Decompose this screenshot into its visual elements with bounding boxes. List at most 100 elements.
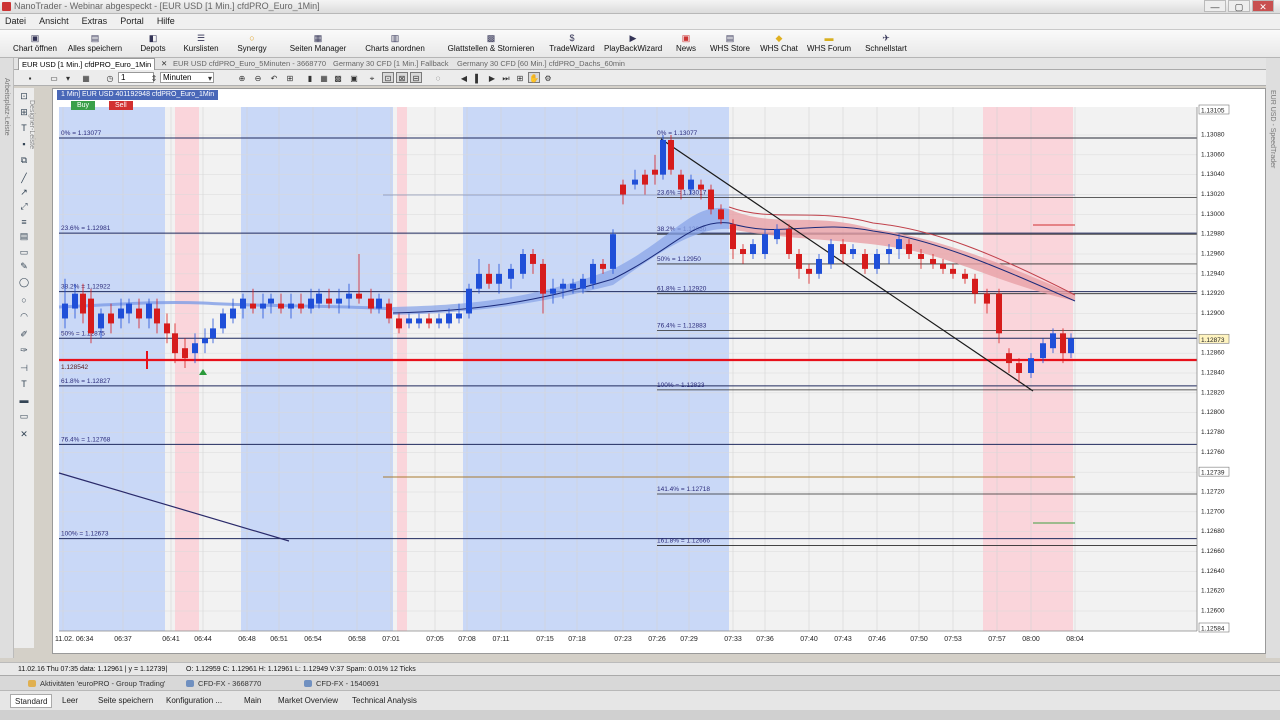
ellipse-tool-icon[interactable]: ◯ (18, 276, 30, 288)
measure-tool-icon[interactable]: ⊣ (18, 362, 30, 374)
text-tool-icon[interactable]: T (18, 122, 30, 134)
candle-body (88, 298, 94, 334)
synergy-icon: ○ (249, 33, 255, 43)
circle-tool-icon[interactable]: ○ (18, 294, 30, 306)
dropdown-icon[interactable]: ▾ (62, 72, 74, 83)
tradewizard-button[interactable]: $ TradeWizard (548, 32, 596, 56)
chevron-down-icon[interactable]: ▾ (204, 72, 216, 83)
tab-eurusd-5min[interactable]: EUR USD cfdPRO_Euro_5Minuten - 3668770 (170, 58, 329, 70)
depots-button[interactable]: ◧ Depots (136, 32, 170, 56)
label-tool-icon[interactable]: T (18, 378, 30, 390)
copy-tool-icon[interactable]: ⧉ (18, 154, 30, 166)
menu-portal[interactable]: Portal (115, 14, 149, 28)
draw-mode-icon[interactable]: ⊡ (382, 72, 394, 83)
paint-tool-icon[interactable]: ▪ (18, 138, 30, 150)
candle-body (718, 209, 724, 220)
pointer-tool-icon[interactable]: ⊡ (18, 90, 30, 102)
screenshot-icon[interactable]: ▣ (348, 72, 360, 83)
select-tool-icon[interactable]: ⊞ (18, 106, 30, 118)
close-tab-icon[interactable]: ✕ (158, 58, 170, 70)
save-chart-icon[interactable]: ▪ (24, 72, 36, 83)
arc-tool-icon[interactable]: ◠ (18, 310, 30, 322)
page-tab-konfiguration[interactable]: Konfiguration ... (162, 694, 226, 708)
maximize-button[interactable]: ▢ (1228, 0, 1250, 12)
page-tab-market-overview[interactable]: Market Overview (274, 694, 342, 708)
channel-tool-icon[interactable]: ⊟ (410, 72, 422, 83)
task-cfd-fx-1540691[interactable]: CFD-FX - 1540691 (300, 678, 384, 689)
synergy-button[interactable]: ○ Synergy (234, 32, 270, 56)
whs-forum-button[interactable]: ▬ WHS Forum (806, 32, 852, 56)
menu-hilfe[interactable]: Hilfe (152, 14, 180, 28)
undo-icon[interactable]: ↶ (268, 72, 280, 83)
charts-anordnen-button[interactable]: ▥ Charts anordnen (364, 32, 426, 56)
layout-icon[interactable]: ▦ (80, 72, 92, 83)
menu-ansicht[interactable]: Ansicht (34, 14, 74, 28)
page-tab-seite-speichern[interactable]: Seite speichern (94, 694, 157, 708)
crosshair-icon[interactable]: ◌ (432, 72, 444, 83)
time-axis-label: 06:44 (194, 636, 212, 643)
minimize-button[interactable]: — (1204, 0, 1226, 12)
ray-tool-icon[interactable]: ↗ (18, 186, 30, 198)
fibonacci-tool-icon[interactable]: ⊠ (396, 72, 408, 83)
sell-button[interactable]: Sell (109, 101, 133, 110)
brush-tool-icon[interactable]: ✎ (18, 260, 30, 272)
marker-tool-icon[interactable]: ✑ (18, 344, 30, 356)
tab-germany30-1min[interactable]: Germany 30 CFD [1 Min.] Fallback (330, 58, 451, 70)
close-button[interactable]: ✕ (1252, 0, 1274, 12)
task-aktivitaeten[interactable]: Aktivitäten 'euroPRO - Group Trading' (24, 678, 170, 689)
candle-body (426, 318, 432, 324)
line-tool-icon[interactable]: ╱ (18, 172, 30, 184)
glattstellen-button[interactable]: ▩ Glattstellen & Stornieren (446, 32, 536, 56)
schnellstart-button[interactable]: ✈ Schnellstart (864, 32, 908, 56)
menu-datei[interactable]: Datei (0, 14, 31, 28)
tab-eurusd-1min[interactable]: EUR USD [1 Min.] cfdPRO_Euro_1Min (18, 58, 156, 70)
price-chart[interactable]: 0% = 1.13077 23.6% = 1.12981 38.2% = 1.129… (53, 89, 1265, 653)
kurslisten-button[interactable]: ☰ Kurslisten (180, 32, 222, 56)
zoom-out-icon[interactable]: ⊖ (252, 72, 264, 83)
whs-chat-button[interactable]: ◆ WHS Chat (760, 32, 798, 56)
trend-tool-icon[interactable]: ⤢ (18, 200, 30, 212)
arrow-left-icon[interactable]: ◀ (458, 72, 470, 83)
skip-icon[interactable]: ⏭ (500, 72, 512, 83)
grid-icon[interactable]: ▦ (318, 72, 330, 83)
whs-store-button[interactable]: ▤ WHS Store (710, 32, 750, 56)
page-tab-technical-analysis[interactable]: Technical Analysis (348, 694, 421, 708)
chart-oeffnen-button[interactable]: ▣ Chart öffnen (10, 32, 60, 56)
fib-tool-icon[interactable]: ≡ (18, 216, 30, 228)
pause-icon[interactable]: ▌ (472, 72, 484, 83)
chart-window[interactable]: 0% = 1.13077 23.6% = 1.12981 38.2% = 1.129… (52, 88, 1266, 654)
clock-icon[interactable]: ◷ (104, 72, 116, 83)
page-tab-main[interactable]: Main (240, 694, 265, 708)
interval-stepper-icon[interactable]: ⇕ (148, 72, 160, 83)
buy-button[interactable]: Buy (71, 101, 96, 110)
designer-toolbar: Designer-Leiste ⊡ ⊞ T ▪ ⧉ ╱ ↗ ⤢ ≡ ▤ ▭ ✎ … (14, 88, 35, 648)
tool-options-icon[interactable]: ⚙ (542, 72, 554, 83)
task-cfd-fx-3668770[interactable]: CFD-FX - 3668770 (182, 678, 266, 689)
link-icon[interactable]: ⊞ (514, 72, 526, 83)
highlight-tool-icon[interactable]: ▭ (18, 410, 30, 422)
price-axis-label: 1.13080 (1201, 132, 1225, 139)
delete-drawing-icon[interactable]: ✕ (18, 428, 30, 440)
candle-body (298, 303, 304, 309)
hand-tool-icon[interactable]: ✋ (528, 72, 540, 83)
channel-tool-icon[interactable]: ▤ (18, 230, 30, 242)
arrow-right-icon[interactable]: ▶ (486, 72, 498, 83)
fit-icon[interactable]: ⊞ (284, 72, 296, 83)
menu-extras[interactable]: Extras (77, 14, 113, 28)
price-axis-label: 1.12720 (1201, 489, 1225, 496)
color-icon[interactable]: ▩ (332, 72, 344, 83)
playbackwizard-button[interactable]: ▶ PlayBackWizard (604, 32, 662, 56)
news-button[interactable]: ▣ News (674, 32, 698, 56)
bar-style-icon[interactable]: ▮ (304, 72, 316, 83)
seiten-manager-button[interactable]: ▦ Seiten Manager (288, 32, 348, 56)
pointer-icon[interactable]: ⌖ (366, 72, 378, 83)
page-tab-standard[interactable]: Standard (10, 694, 53, 708)
page-tab-leer[interactable]: Leer (58, 694, 82, 708)
rect-tool-icon[interactable]: ▭ (18, 246, 30, 258)
zoom-in-icon[interactable]: ⊕ (236, 72, 248, 83)
alles-speichern-button[interactable]: ▤ Alles speichern (66, 32, 124, 56)
pen-tool-icon[interactable]: ✐ (18, 328, 30, 340)
open-folder-icon[interactable]: ▭ (48, 72, 60, 83)
tab-germany30-60min[interactable]: Germany 30 CFD [60 Min.] cfdPRO_Dachs_60… (454, 58, 628, 70)
note-tool-icon[interactable]: ▬ (18, 394, 30, 406)
